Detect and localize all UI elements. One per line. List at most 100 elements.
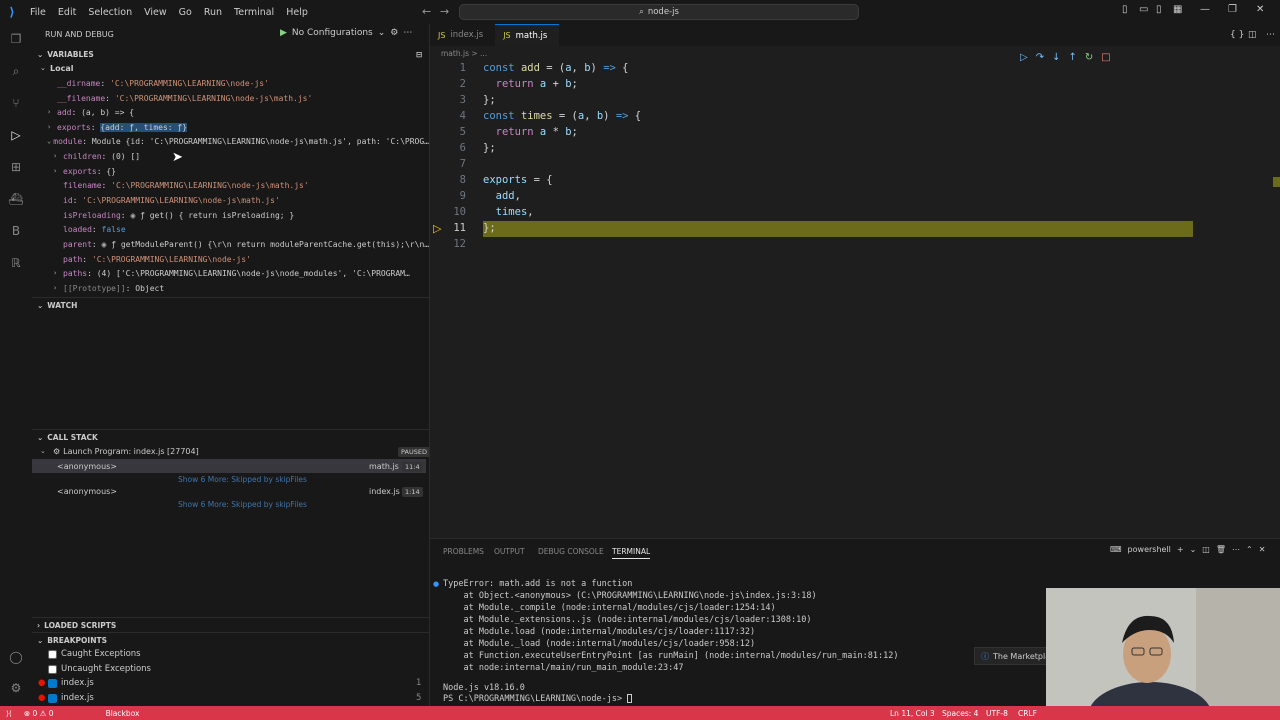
thread-row[interactable]: ⌄ ⚙ Launch Program: index.js [27704] PAU…: [40, 444, 429, 458]
variable-row[interactable]: id: 'C:\PROGRAMMING\LEARNING\node-js\mat…: [63, 193, 280, 207]
terminal-shell-name[interactable]: powershell: [1128, 545, 1171, 554]
split-editor-icon[interactable]: ◫: [1248, 30, 1257, 40]
chevron-down-icon[interactable]: ⌄: [1190, 545, 1197, 554]
code-line[interactable]: const add = (a, b) => {: [483, 62, 629, 74]
tab-math-js[interactable]: JS math.js: [495, 24, 560, 46]
menu-help[interactable]: Help: [280, 7, 314, 18]
source-control-icon[interactable]: ⑂: [7, 94, 25, 112]
variable-row[interactable]: › exports: {add: ƒ, times: ƒ}: [47, 120, 188, 134]
maximize-panel-icon[interactable]: ⌃: [1246, 545, 1253, 554]
menu-go[interactable]: Go: [173, 7, 198, 18]
more-actions-icon[interactable]: ⋯: [1266, 30, 1275, 40]
toggle-sidebar-icon[interactable]: ▯: [1122, 4, 1128, 15]
explorer-icon[interactable]: ❐: [7, 30, 25, 48]
tab-index-js[interactable]: JS index.js: [430, 24, 495, 46]
gear-icon[interactable]: ⚙: [390, 28, 398, 38]
extensions-icon[interactable]: ⊞: [7, 158, 25, 176]
variable-row[interactable]: path: 'C:\PROGRAMMING\LEARNING\node-js': [63, 252, 251, 266]
menu-terminal[interactable]: Terminal: [228, 7, 280, 18]
toggle-panel-icon[interactable]: ▭: [1139, 4, 1148, 15]
forward-arrow-icon[interactable]: →: [440, 5, 449, 18]
stack-frame[interactable]: <anonymous> math.js 11:4: [32, 459, 426, 473]
breakpoint-row[interactable]: Caught Exceptions: [48, 647, 141, 661]
variable-row[interactable]: isPreloading: ◉ ƒ get() { return isPrelo…: [63, 208, 294, 222]
settings-gear-icon[interactable]: ⚙: [7, 679, 25, 697]
remote-icon[interactable]: ℝ: [7, 254, 25, 272]
variable-row[interactable]: › [[Prototype]]: Object: [53, 281, 164, 295]
collapse-all-icon[interactable]: ⊟: [416, 50, 422, 59]
code-line[interactable]: exports = {: [483, 174, 553, 186]
stop-icon[interactable]: □: [1101, 52, 1110, 63]
variables-section-header[interactable]: ⌄ VARIABLES ⊟: [32, 46, 429, 62]
tab-problems[interactable]: PROBLEMS: [443, 547, 484, 556]
code-line[interactable]: add,: [483, 190, 521, 202]
maximize-icon[interactable]: ❐: [1228, 4, 1237, 15]
code-line[interactable]: return a + b;: [483, 78, 578, 90]
breakpoint-checkbox[interactable]: [48, 693, 57, 703]
code-line[interactable]: const times = (a, b) => {: [483, 110, 641, 122]
breakpoint-row[interactable]: ● index.js 5: [38, 691, 426, 705]
docker-icon[interactable]: ⛴: [7, 190, 25, 208]
step-over-icon[interactable]: ↷: [1036, 52, 1044, 63]
code-line[interactable]: times,: [483, 206, 534, 218]
menu-edit[interactable]: Edit: [52, 7, 82, 18]
stack-frame[interactable]: <anonymous> index.js 1:14: [32, 484, 426, 498]
encoding[interactable]: UTF-8: [986, 709, 1008, 718]
menu-view[interactable]: View: [138, 7, 173, 18]
variable-row[interactable]: › add: (a, b) => {: [47, 105, 134, 119]
tab-terminal[interactable]: TERMINAL: [612, 547, 651, 559]
tab-debug-console[interactable]: DEBUG CONSOLE: [538, 547, 604, 556]
variable-row[interactable]: › children: (0) []: [53, 149, 140, 163]
kill-terminal-icon[interactable]: 🗑: [1216, 545, 1226, 554]
account-icon[interactable]: ◯: [7, 648, 25, 666]
variable-row[interactable]: loaded: false: [63, 222, 126, 236]
terminal-prompt[interactable]: PS C:\PROGRAMMING\LEARNING\node-js>: [443, 694, 633, 704]
menu-file[interactable]: File: [24, 7, 52, 18]
breakpoint-row[interactable]: ● index.js 1: [38, 676, 426, 690]
variable-row[interactable]: › paths: (4) ['C:\PROGRAMMING\LEARNING\no…: [53, 266, 429, 280]
toggle-secondary-sidebar-icon[interactable]: ▯: [1156, 4, 1162, 15]
start-debug-icon[interactable]: ▶: [280, 28, 287, 38]
code-line[interactable]: };: [483, 142, 496, 154]
breakpoint-checkbox[interactable]: [48, 664, 57, 674]
breakpoint-checkbox[interactable]: [48, 649, 57, 659]
restart-icon[interactable]: ↻: [1085, 52, 1093, 63]
close-window-icon[interactable]: ✕: [1256, 4, 1264, 15]
variable-row[interactable]: __dirname: 'C:\PROGRAMMING\LEARNING\node…: [57, 76, 269, 90]
minimize-icon[interactable]: —: [1200, 4, 1210, 15]
open-changes-icon[interactable]: { }: [1230, 30, 1244, 40]
breakpoint-checkbox[interactable]: [48, 678, 57, 688]
search-icon[interactable]: ⌕: [7, 62, 25, 80]
local-scope[interactable]: ⌄ Local: [40, 61, 73, 75]
new-terminal-icon[interactable]: +: [1177, 545, 1184, 554]
breakpoints-section-header[interactable]: ⌄ BREAKPOINTS: [32, 632, 429, 648]
breakpoint-row[interactable]: Uncaught Exceptions: [48, 662, 151, 676]
more-icon[interactable]: ⋯: [403, 28, 412, 38]
end-of-line[interactable]: CRLF: [1018, 709, 1037, 718]
indentation[interactable]: Spaces: 4: [942, 709, 978, 718]
menu-selection[interactable]: Selection: [82, 7, 138, 18]
step-into-icon[interactable]: ↓: [1052, 52, 1060, 63]
customize-layout-icon[interactable]: ▦: [1173, 4, 1182, 15]
loaded-scripts-section-header[interactable]: › LOADED SCRIPTS: [32, 617, 429, 633]
close-panel-icon[interactable]: ✕: [1259, 545, 1266, 554]
variable-row[interactable]: ⌄ module: Module {id: 'C:\PROGRAMMING\LEA…: [47, 134, 429, 148]
remote-indicator-icon[interactable]: ⟩⟨: [0, 709, 18, 718]
variable-row[interactable]: __filename: 'C:\PROGRAMMING\LEARNING\nod…: [57, 91, 312, 105]
split-terminal-icon[interactable]: ◫: [1202, 545, 1210, 554]
show-more-frames-link[interactable]: Show 6 More: Skipped by skipFiles: [178, 497, 307, 511]
more-icon[interactable]: ⋯: [1232, 545, 1240, 554]
code-line[interactable]: };: [483, 222, 496, 234]
menu-run[interactable]: Run: [198, 7, 228, 18]
variable-row[interactable]: parent: ◉ ƒ getModuleParent() {\r\n retu…: [63, 237, 429, 251]
variable-row[interactable]: filename: 'C:\PROGRAMMING\LEARNING\node-…: [63, 178, 309, 192]
problems-count[interactable]: ⊗ 0 ⚠ 0: [18, 709, 60, 718]
tab-output[interactable]: OUTPUT: [494, 547, 525, 556]
bookmark-icon[interactable]: B: [7, 222, 25, 240]
step-out-icon[interactable]: ↑: [1068, 52, 1076, 63]
command-center[interactable]: ⌕ node-js: [459, 4, 859, 20]
code-line[interactable]: };: [483, 94, 496, 106]
continue-icon[interactable]: ▷: [1020, 52, 1028, 63]
run-debug-icon[interactable]: ▷: [7, 126, 25, 144]
blackbox-status[interactable]: Blackbox: [100, 709, 146, 718]
